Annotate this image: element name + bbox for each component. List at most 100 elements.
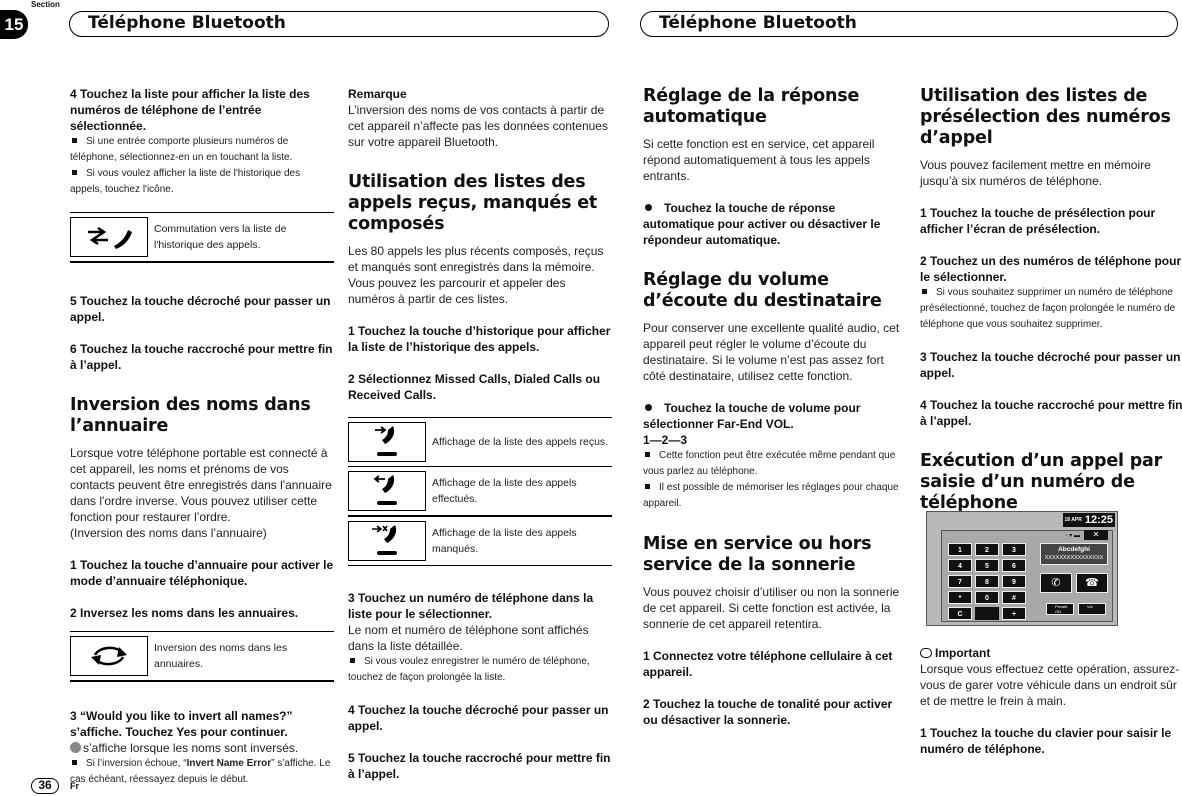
keypad: 1 2 3 4 5 6 7 8 9 * 0 # C + <box>948 543 1026 620</box>
step-2: 2 Touchez un des numéros de téléphone po… <box>920 254 1182 284</box>
page-title-right: Téléphone Bluetooth <box>640 11 1178 37</box>
key-star[interactable]: * <box>948 591 972 604</box>
dialed-calls-icon[interactable] <box>348 471 426 511</box>
step-1: 1 Touchez la touche d’annuaire pour acti… <box>70 558 334 588</box>
key-hash[interactable]: # <box>1002 591 1026 604</box>
section-heading: Exécution d’un appel par saisie d’un num… <box>920 451 1163 513</box>
key-2[interactable]: 2 <box>975 543 999 556</box>
key-1[interactable]: 1 <box>948 543 972 556</box>
on-hook-button[interactable]: ☎ <box>1076 573 1108 593</box>
step-1: 1 Connectez votre téléphone cellulaire à… <box>643 649 893 679</box>
step-1: 1 Touchez la touche de présélection pour… <box>920 206 1156 236</box>
remark-body: L’inversion des noms de vos contacts à p… <box>348 103 608 149</box>
invert-table: Inversion des noms dans les annuaires. <box>70 631 334 682</box>
bullet-icon <box>72 169 77 175</box>
key-0[interactable]: 0 <box>975 591 999 604</box>
note: Si vous voulez enregistrer le numéro de … <box>348 656 590 683</box>
key-4[interactable]: 4 <box>948 559 972 572</box>
step-3: 3 Touchez la touche décroché pour passer… <box>920 350 1181 380</box>
bullet-icon <box>350 657 355 663</box>
key-6[interactable]: 6 <box>1002 559 1026 572</box>
icon-desc: Affichage de la liste des appels manqués… <box>432 527 577 555</box>
key-7[interactable]: 7 <box>948 575 972 588</box>
section-heading: Utilisation des listes de présélection d… <box>920 86 1171 148</box>
note: Il est possible de mémoriser les réglage… <box>643 482 899 509</box>
column-4: Utilisation des listes de présélection d… <box>920 86 1182 522</box>
auto-answer-step: Touchez la touche de réponse automatique… <box>643 201 881 247</box>
note: Si l’inversion échoue, “Invert Name Erro… <box>70 758 331 785</box>
call-list-table: Affichage de la liste des appels reçus. … <box>348 417 612 566</box>
step-1: 1 Touchez la touche d’historique pour af… <box>348 324 611 354</box>
section-body: Vous pouvez facilement mettre en mémoire… <box>920 158 1151 188</box>
icon-row: Commutation vers la liste de l'historiqu… <box>70 213 334 261</box>
step-6: 6 Touchez la touche raccroché pour mettr… <box>70 342 333 372</box>
switch-history-icon[interactable] <box>70 217 148 257</box>
language-label: Fr <box>70 781 79 791</box>
close-button[interactable]: ✕ <box>1084 530 1108 540</box>
section-heading: Utilisation des listes des appels reçus,… <box>348 172 598 234</box>
column-1: 4 Touchez la liste pour afficher la list… <box>70 86 334 788</box>
dial-step-1: 1 Touchez la touche du clavier pour sais… <box>920 726 1172 756</box>
key-9[interactable]: 9 <box>1002 575 1026 588</box>
step-2: 2 Touchez la touche de tonalité pour act… <box>643 697 893 727</box>
important-heading: Important <box>920 645 1182 661</box>
section-body: Vous pouvez choisir d’utiliser ou non la… <box>643 585 900 631</box>
section-heading: Réglage de la réponse automatique <box>643 86 860 127</box>
step-3-body: Le nom et numéro de téléphone sont affic… <box>348 623 589 653</box>
step-4: 4 Touchez la liste pour afficher la list… <box>70 87 310 133</box>
bullet-icon <box>922 288 927 294</box>
step-2: 2 Sélectionnez Missed Calls, Dialed Call… <box>348 372 601 402</box>
signal-battery-icon: ◦ ▾ ▬ <box>1065 533 1080 539</box>
section-body: Lorsque votre téléphone portable est con… <box>70 446 332 524</box>
step-4: 4 Touchez la touche raccroché pour mettr… <box>920 398 1182 428</box>
note: Si une entrée comporte plusieurs numéros… <box>70 136 293 163</box>
key-clear[interactable]: C <box>948 607 972 620</box>
column-3: Réglage de la réponse automatique Si cet… <box>643 86 907 728</box>
bullet-icon <box>72 759 77 765</box>
note: Si vous souhaitez supprimer un numéro de… <box>920 287 1176 330</box>
note: Si vous voulez afficher la liste de l'hi… <box>70 168 301 195</box>
section-heading: Réglage du volume d’écoute du destinatai… <box>643 270 882 311</box>
received-calls-icon[interactable] <box>348 422 426 462</box>
section-body: Pour conserver une excellente qualité au… <box>643 321 900 383</box>
step-5: 5 Touchez la touche décroché pour passer… <box>70 294 331 324</box>
step-2: 2 Inversez les noms dans les annuaires. <box>70 606 299 620</box>
key-5[interactable]: 5 <box>975 559 999 572</box>
icon-row: Inversion des noms dans les annuaires. <box>70 632 334 680</box>
icon-desc: Affichage de la liste des appels reçus. <box>432 436 609 448</box>
off-hook-button[interactable]: ✆ <box>1040 573 1072 593</box>
bullet-icon <box>645 204 652 212</box>
icon-desc: Affichage de la liste des appels effectu… <box>432 477 577 505</box>
privacy-button[interactable]: Private ON <box>1046 603 1074 615</box>
section-body: Les 80 appels les plus récents composés,… <box>348 244 604 306</box>
key-3[interactable]: 3 <box>1002 543 1026 556</box>
icon-row: Affichage de la liste des appels reçus. <box>348 418 612 466</box>
contact-display: Abcdefghi XXXXXXXXXXXXXXXX <box>1040 543 1108 565</box>
bullet-icon <box>645 451 650 457</box>
key-plus[interactable]: + <box>1002 607 1026 620</box>
section-heading: Inversion des noms dans l’annuaire <box>70 395 311 436</box>
section-number: 15 <box>0 10 28 39</box>
section-label: Section <box>31 0 60 9</box>
bullet-icon <box>645 404 652 412</box>
step-5: 5 Touchez la touche raccroché pour mettr… <box>348 751 611 781</box>
missed-calls-icon[interactable] <box>348 521 426 561</box>
volume-button[interactable]: Vol <box>1078 603 1106 615</box>
clock: 18 APR 12:25 <box>1062 513 1115 527</box>
invert-names-icon[interactable] <box>70 636 148 676</box>
volume-step: Touchez la touche de volume pour sélecti… <box>643 401 861 431</box>
phone-off-hook-icon: ✆ <box>1051 577 1061 589</box>
step-4: 4 Touchez la touche décroché pour passer… <box>348 703 609 733</box>
inverted-status-icon <box>70 742 81 753</box>
icon-desc: Commutation vers la liste de l'historiqu… <box>154 223 287 251</box>
section-body-2: (Inversion des noms dans l’annuaire) <box>70 526 267 540</box>
phone-keypad-screen: 18 APR 12:25 ◦ ▾ ▬ ✕ 1 2 3 4 5 6 7 8 9 * … <box>926 511 1118 626</box>
key-blank <box>975 607 999 620</box>
bullet-icon <box>645 483 650 489</box>
keypad-panel: ◦ ▾ ▬ ✕ 1 2 3 4 5 6 7 8 9 * 0 # C + Abcd… <box>941 530 1113 622</box>
key-8[interactable]: 8 <box>975 575 999 588</box>
important-block: Important Lorsque vous effectuez cette o… <box>920 645 1182 757</box>
important-body: Lorsque vous effectuez cette opération, … <box>920 662 1180 708</box>
important-icon <box>920 648 932 658</box>
phone-hang-up-icon: ☎ <box>1085 577 1099 589</box>
